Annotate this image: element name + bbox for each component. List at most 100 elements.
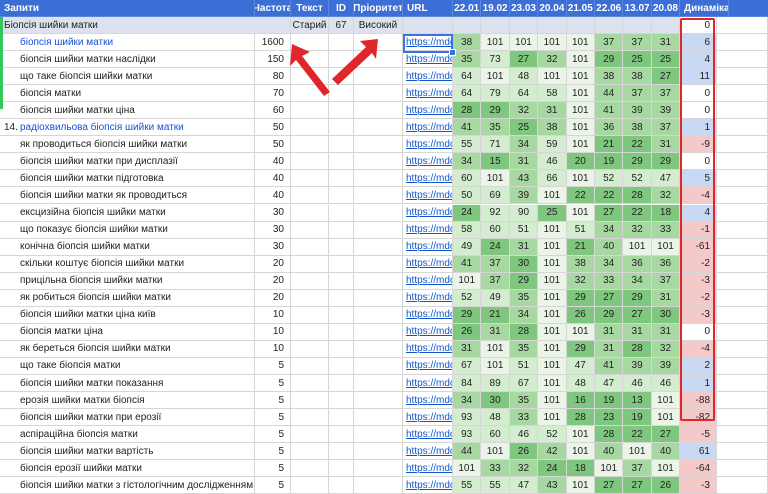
query-cell[interactable]: ерозія шийки матки біопсія — [0, 392, 255, 410]
position-cell[interactable]: 101 — [566, 323, 595, 341]
query-cell[interactable]: радіохвильова біопсія шийки матки 14. — [0, 119, 255, 137]
text-cell[interactable] — [291, 136, 329, 154]
frequency-cell[interactable]: 5 — [255, 477, 291, 494]
position-cell[interactable]: 32 — [651, 340, 681, 358]
position-cell[interactable]: 101 — [538, 323, 567, 341]
priority-cell[interactable] — [354, 255, 403, 273]
group-date-cell[interactable] — [566, 17, 595, 34]
position-cell[interactable]: 39 — [651, 357, 681, 375]
position-cell[interactable]: 21 — [481, 306, 510, 324]
text-cell[interactable] — [291, 153, 329, 171]
id-cell[interactable] — [329, 153, 354, 171]
position-cell[interactable]: 40 — [595, 238, 624, 256]
text-cell[interactable] — [291, 306, 329, 324]
position-cell[interactable]: 28 — [509, 323, 539, 341]
position-cell[interactable]: 101 — [651, 392, 681, 410]
position-cell[interactable]: 101 — [566, 102, 595, 120]
position-cell[interactable]: 90 — [509, 204, 539, 222]
position-cell[interactable]: 41 — [453, 119, 482, 137]
position-cell[interactable]: 38 — [623, 119, 652, 137]
text-cell[interactable] — [291, 409, 329, 427]
position-cell[interactable]: 13 — [623, 392, 652, 410]
position-cell[interactable]: 33 — [509, 409, 539, 427]
position-cell[interactable]: 42 — [538, 443, 567, 461]
position-cell[interactable]: 101 — [453, 460, 482, 478]
text-cell[interactable] — [291, 119, 329, 137]
position-cell[interactable]: 35 — [509, 392, 539, 410]
position-cell[interactable]: 25 — [651, 51, 681, 69]
id-cell[interactable] — [329, 255, 354, 273]
position-cell[interactable]: 52 — [453, 289, 482, 307]
position-cell[interactable]: 34 — [595, 221, 624, 239]
query-cell[interactable]: біопсія шийки матки як проводиться — [0, 187, 255, 205]
position-cell[interactable]: 59 — [538, 136, 567, 154]
position-cell[interactable]: 31 — [509, 238, 539, 256]
position-cell[interactable]: 19 — [595, 153, 624, 171]
position-cell[interactable]: 29 — [595, 306, 624, 324]
frequency-cell[interactable]: 50 — [255, 136, 291, 154]
url-link[interactable]: https://mdc — [403, 375, 453, 392]
id-cell[interactable] — [329, 289, 354, 307]
query-cell[interactable]: біопсія шийки матки наслідки — [0, 51, 255, 69]
position-cell[interactable]: 31 — [595, 340, 624, 358]
position-cell[interactable]: 37 — [481, 255, 510, 273]
position-cell[interactable]: 47 — [509, 477, 539, 494]
position-cell[interactable]: 36 — [623, 255, 652, 273]
position-cell[interactable]: 55 — [453, 477, 482, 494]
position-cell[interactable]: 101 — [538, 375, 567, 392]
position-cell[interactable]: 33 — [651, 221, 681, 239]
query-cell[interactable]: біопсія матки ціна — [0, 323, 255, 341]
query-cell[interactable]: біопсія шийки матки при ерозії — [0, 409, 255, 427]
query-cell[interactable]: скільки коштує біопсія шийки матки — [0, 255, 255, 273]
priority-cell[interactable] — [354, 119, 403, 137]
id-cell[interactable] — [329, 119, 354, 137]
group-date-cell[interactable] — [595, 17, 624, 34]
id-cell[interactable] — [329, 221, 354, 239]
position-cell[interactable]: 24 — [453, 204, 482, 222]
position-cell[interactable]: 29 — [566, 340, 595, 358]
text-cell[interactable] — [291, 272, 329, 290]
id-cell[interactable] — [329, 375, 354, 392]
url-link[interactable]: https://mdc — [403, 136, 453, 154]
position-cell[interactable]: 101 — [538, 409, 567, 427]
frequency-cell[interactable]: 5 — [255, 392, 291, 410]
group-url-cell[interactable] — [403, 17, 453, 34]
group-date-cell[interactable] — [481, 17, 510, 34]
position-cell[interactable]: 58 — [538, 85, 567, 103]
position-cell[interactable]: 30 — [651, 306, 681, 324]
position-cell[interactable]: 40 — [595, 443, 624, 461]
position-cell[interactable]: 101 — [538, 34, 567, 51]
position-cell[interactable]: 29 — [623, 289, 652, 307]
position-cell[interactable]: 51 — [566, 221, 595, 239]
frequency-cell[interactable]: 5 — [255, 375, 291, 392]
position-cell[interactable]: 19 — [595, 392, 624, 410]
position-cell[interactable]: 41 — [453, 255, 482, 273]
frequency-cell[interactable]: 40 — [255, 187, 291, 205]
position-cell[interactable]: 29 — [509, 272, 539, 290]
header-id[interactable]: ID — [329, 0, 354, 17]
priority-cell[interactable] — [354, 238, 403, 256]
position-cell[interactable]: 29 — [623, 153, 652, 171]
position-cell[interactable]: 60 — [481, 221, 510, 239]
position-cell[interactable]: 101 — [595, 460, 624, 478]
position-cell[interactable]: 101 — [566, 68, 595, 86]
url-link[interactable]: https://mdc — [403, 409, 453, 427]
priority-cell[interactable] — [354, 392, 403, 410]
header-date-20.04[interactable]: 20.04 — [538, 0, 567, 17]
priority-cell[interactable] — [354, 272, 403, 290]
id-cell[interactable] — [329, 409, 354, 427]
query-cell[interactable]: що таке біопсія шийки матки — [0, 68, 255, 86]
position-cell[interactable]: 89 — [481, 375, 510, 392]
position-cell[interactable]: 58 — [453, 221, 482, 239]
priority-cell[interactable] — [354, 153, 403, 171]
url-link[interactable]: https://mdc — [403, 238, 453, 256]
position-cell[interactable]: 21 — [595, 136, 624, 154]
frequency-cell[interactable]: 40 — [255, 153, 291, 171]
position-cell[interactable]: 101 — [566, 51, 595, 69]
position-cell[interactable]: 50 — [453, 187, 482, 205]
query-cell[interactable]: що показує біопсія шийки матки — [0, 221, 255, 239]
position-cell[interactable]: 24 — [481, 238, 510, 256]
position-cell[interactable]: 52 — [623, 170, 652, 188]
query-cell[interactable]: біопсія шийки матки — [0, 34, 255, 51]
position-cell[interactable]: 101 — [538, 357, 567, 375]
